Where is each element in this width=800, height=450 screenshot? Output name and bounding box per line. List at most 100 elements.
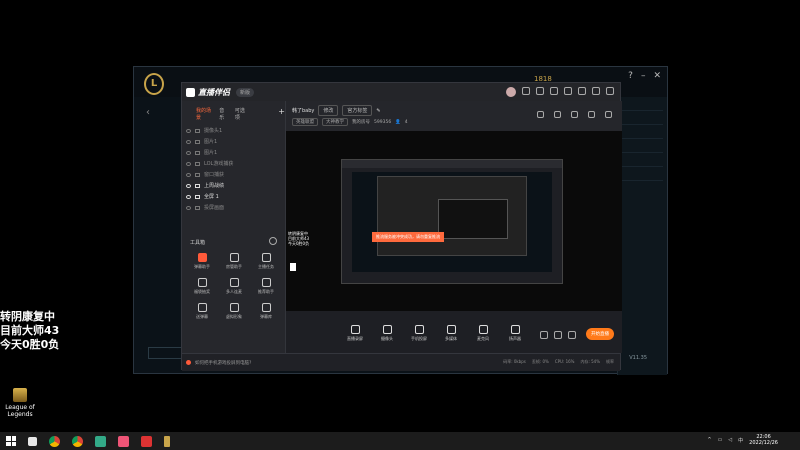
app-icon[interactable] xyxy=(95,435,106,447)
status-stats: 码率: 0kbps 丢帧: 0% CPU: 16% 内存: 54% 帧率 xyxy=(503,359,614,365)
ime-indicator[interactable]: 中 xyxy=(738,437,743,444)
scene-item[interactable]: 图片1 xyxy=(182,136,285,147)
add-source-button[interactable]: + xyxy=(278,107,285,121)
chrome-icon-2[interactable] xyxy=(72,435,83,447)
scene-item-label: LOL游戏捕获 xyxy=(204,161,234,167)
gift-icon[interactable] xyxy=(536,87,544,95)
volume-icon[interactable]: ◁ xyxy=(728,437,732,443)
visibility-eye-icon[interactable] xyxy=(186,183,191,188)
edit-title-button[interactable]: 修改 xyxy=(318,105,339,116)
scene-item[interactable]: 全屏 1 xyxy=(182,191,285,202)
network-icon[interactable]: ▭ xyxy=(718,437,723,443)
source-control-button[interactable]: 手机投屏 xyxy=(408,325,430,342)
friend-row[interactable] xyxy=(622,129,663,139)
stream-preview[interactable]: 推流服务被冲突成功，请勿重复推流 转阴康复中 目前大师43 今天0胜0负 xyxy=(286,131,622,311)
preview-nested-window: 推流服务被冲突成功，请勿重复推流 xyxy=(341,159,563,284)
minimize-icon[interactable]: – xyxy=(641,71,646,81)
source-control-button[interactable]: 直播录屏 xyxy=(344,325,366,342)
source-control-button[interactable]: 扬声器 xyxy=(504,325,526,342)
toolbox-item[interactable]: 多人连麦 xyxy=(218,278,250,295)
scene-item[interactable]: 图片1 xyxy=(182,147,285,158)
record-icon[interactable] xyxy=(540,331,548,339)
official-tag-field[interactable]: 官方标签 xyxy=(342,105,373,116)
control-icon xyxy=(414,325,424,334)
scene-item-label: 图片1 xyxy=(204,139,218,145)
search-icon[interactable] xyxy=(28,436,37,446)
friend-row[interactable] xyxy=(622,115,663,125)
toolbox-item[interactable]: 虚拟形象 xyxy=(218,303,250,320)
toolbox-item[interactable]: 房管助手 xyxy=(218,253,250,270)
friend-row[interactable] xyxy=(622,143,663,153)
visibility-eye-icon[interactable] xyxy=(186,205,191,210)
tool-icon xyxy=(197,253,207,262)
gift-box-icon[interactable] xyxy=(537,111,544,118)
toolbox-item[interactable]: 推荐助手 xyxy=(250,278,282,295)
visibility-eye-icon[interactable] xyxy=(186,128,191,133)
friend-row[interactable] xyxy=(622,157,663,167)
stream-app-taskbar-icon[interactable] xyxy=(141,435,152,447)
layers-icon[interactable] xyxy=(571,111,578,118)
skin-icon[interactable] xyxy=(550,87,558,95)
visibility-eye-icon[interactable] xyxy=(186,194,191,199)
toolbox-item[interactable]: 弹幕助手 xyxy=(186,253,218,270)
bell-icon[interactable] xyxy=(588,111,595,118)
close-icon[interactable] xyxy=(606,87,614,95)
version-badge[interactable]: 新版 xyxy=(236,87,255,97)
scene-item[interactable]: 摄像头1 xyxy=(182,125,285,136)
toolbox-item[interactable]: 主播任务 xyxy=(250,253,282,270)
tab-music[interactable]: 音乐 xyxy=(219,107,227,121)
edit-tag-icon[interactable]: ✎ xyxy=(376,108,380,114)
eye-icon[interactable] xyxy=(554,331,562,339)
tool-icon xyxy=(261,253,271,262)
message-icon[interactable] xyxy=(522,87,530,95)
menu-icon[interactable] xyxy=(578,87,586,95)
friend-row[interactable] xyxy=(622,101,663,111)
control-right-icons xyxy=(540,331,576,339)
category-badge[interactable]: 英雄联盟 xyxy=(292,118,318,126)
league-window-controls: ? – ✕ xyxy=(628,71,661,81)
settings-icon[interactable] xyxy=(564,87,572,95)
scene-item[interactable]: 投屏画面 xyxy=(182,202,285,213)
visibility-eye-icon[interactable] xyxy=(186,172,191,177)
scene-tabs: 我的场景 音乐 可选项 + xyxy=(182,101,285,125)
toolbox-more-icon[interactable] xyxy=(269,237,277,245)
league-logo[interactable]: L xyxy=(144,73,164,95)
scene-item[interactable]: LOL游戏捕获 xyxy=(182,158,285,169)
subcategory-badge[interactable]: 大神教学 xyxy=(322,118,348,126)
tray-chevron-icon[interactable]: ^ xyxy=(707,437,711,443)
scene-item[interactable]: 上周战绩 xyxy=(182,180,285,191)
app-icon-2[interactable] xyxy=(118,435,129,447)
desktop-icon-league[interactable]: League of Legends xyxy=(2,388,38,418)
back-arrow-icon[interactable]: ‹ xyxy=(146,107,150,118)
visibility-eye-icon[interactable] xyxy=(186,161,191,166)
share-icon[interactable] xyxy=(605,111,612,118)
gear-icon[interactable] xyxy=(568,331,576,339)
start-live-button[interactable]: 开始直播 xyxy=(586,328,614,340)
status-stat: 帧率 xyxy=(606,359,614,364)
preview-caption: 转阴康复中 目前大师43 今天0胜0负 xyxy=(288,231,310,246)
toolbox-item[interactable]: 弹幕库 xyxy=(250,303,282,320)
windows-start-icon[interactable] xyxy=(6,436,16,446)
league-taskbar-icon[interactable] xyxy=(164,435,170,447)
preview-toast: 推流服务被冲突成功，请勿重复推流 xyxy=(372,232,444,242)
help-icon[interactable]: ? xyxy=(628,71,633,81)
avatar[interactable] xyxy=(506,87,516,97)
source-control-button[interactable]: 摄像头 xyxy=(376,325,398,342)
clock[interactable]: 22:06 2022/12/26 xyxy=(749,434,778,446)
source-control-button[interactable]: 麦克风 xyxy=(472,325,494,342)
visibility-eye-icon[interactable] xyxy=(186,139,191,144)
visibility-eye-icon[interactable] xyxy=(186,150,191,155)
chrome-icon[interactable] xyxy=(49,435,60,447)
minimize-icon[interactable] xyxy=(592,87,600,95)
tab-options[interactable]: 可选项 xyxy=(235,107,246,121)
toolbox-item[interactable]: 送弹幕 xyxy=(186,303,218,320)
app-titlebar: 直播伴侣 新版 xyxy=(182,83,620,101)
close-icon[interactable]: ✕ xyxy=(653,71,661,81)
source-control-button[interactable]: 多媒体 xyxy=(440,325,462,342)
lock-icon[interactable] xyxy=(554,111,561,118)
friend-row[interactable] xyxy=(622,171,663,181)
scene-item[interactable]: 窗口捕获 xyxy=(182,169,285,180)
toolbox-item[interactable]: 福袋抽奖 xyxy=(186,278,218,295)
source-type-icon xyxy=(195,194,200,199)
tab-my-scenes[interactable]: 我的场景 xyxy=(196,107,211,121)
